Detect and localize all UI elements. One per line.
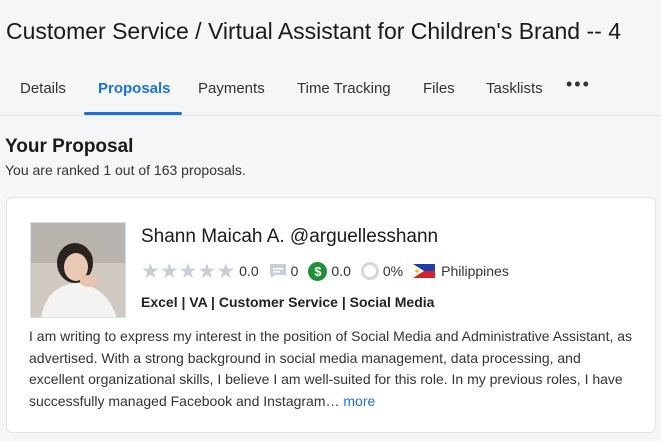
cover-letter-text: I am writing to express my interest in t…: [29, 328, 633, 409]
star-icon: ★: [178, 259, 198, 283]
proposal-card: Shann Maicah A. @arguellesshann ★ ★ ★ ★ …: [6, 197, 656, 433]
philippines-flag-icon: [413, 264, 436, 278]
active-tab-indicator: [84, 112, 182, 115]
tab-files[interactable]: Files: [423, 80, 455, 97]
star-icon: ★: [141, 259, 160, 283]
more-link[interactable]: more: [343, 393, 375, 409]
proposal-page: Customer Service / Virtual Assistant for…: [0, 0, 661, 441]
tab-payments[interactable]: Payments: [198, 80, 265, 97]
rating-value: 0.0: [239, 263, 259, 279]
reviews-count: 0: [290, 263, 299, 279]
tab-proposals[interactable]: Proposals: [98, 80, 171, 97]
job-title: Customer Service / Virtual Assistant for…: [6, 18, 621, 44]
skills-list: Excel | VA | Customer Service | Social M…: [141, 294, 435, 310]
job-success-ring-icon: [360, 262, 379, 280]
avatar-photo: [31, 223, 125, 317]
job-success-value: 0%: [382, 263, 404, 279]
dollar-icon: $: [308, 261, 328, 281]
star-icon: ★: [159, 259, 179, 283]
tab-details[interactable]: Details: [20, 80, 66, 97]
tab-time-tracking[interactable]: Time Tracking: [297, 80, 391, 97]
country-name: Philippines: [441, 263, 509, 279]
tab-bar: Details Proposals Payments Time Tracking…: [0, 70, 661, 116]
rank-text: You are ranked 1 out of 163 proposals.: [5, 162, 246, 178]
section-title: Your Proposal: [5, 136, 134, 157]
more-dots-icon[interactable]: •••: [566, 74, 591, 95]
tab-tasklists[interactable]: Tasklists: [486, 80, 543, 97]
freelancer-name[interactable]: Shann Maicah A. @arguellesshann: [141, 226, 438, 248]
cover-letter: I am writing to express my interest in t…: [29, 326, 639, 412]
star-icon: ★: [197, 259, 217, 283]
star-icon: ★: [216, 259, 236, 283]
avatar[interactable]: [30, 222, 126, 318]
earnings-value: 0.0: [331, 263, 351, 279]
chat-icon: [269, 264, 286, 278]
freelancer-stats: ★ ★ ★ ★ ★ 0.0 0 $ 0.0 0% Philippines: [141, 260, 509, 282]
